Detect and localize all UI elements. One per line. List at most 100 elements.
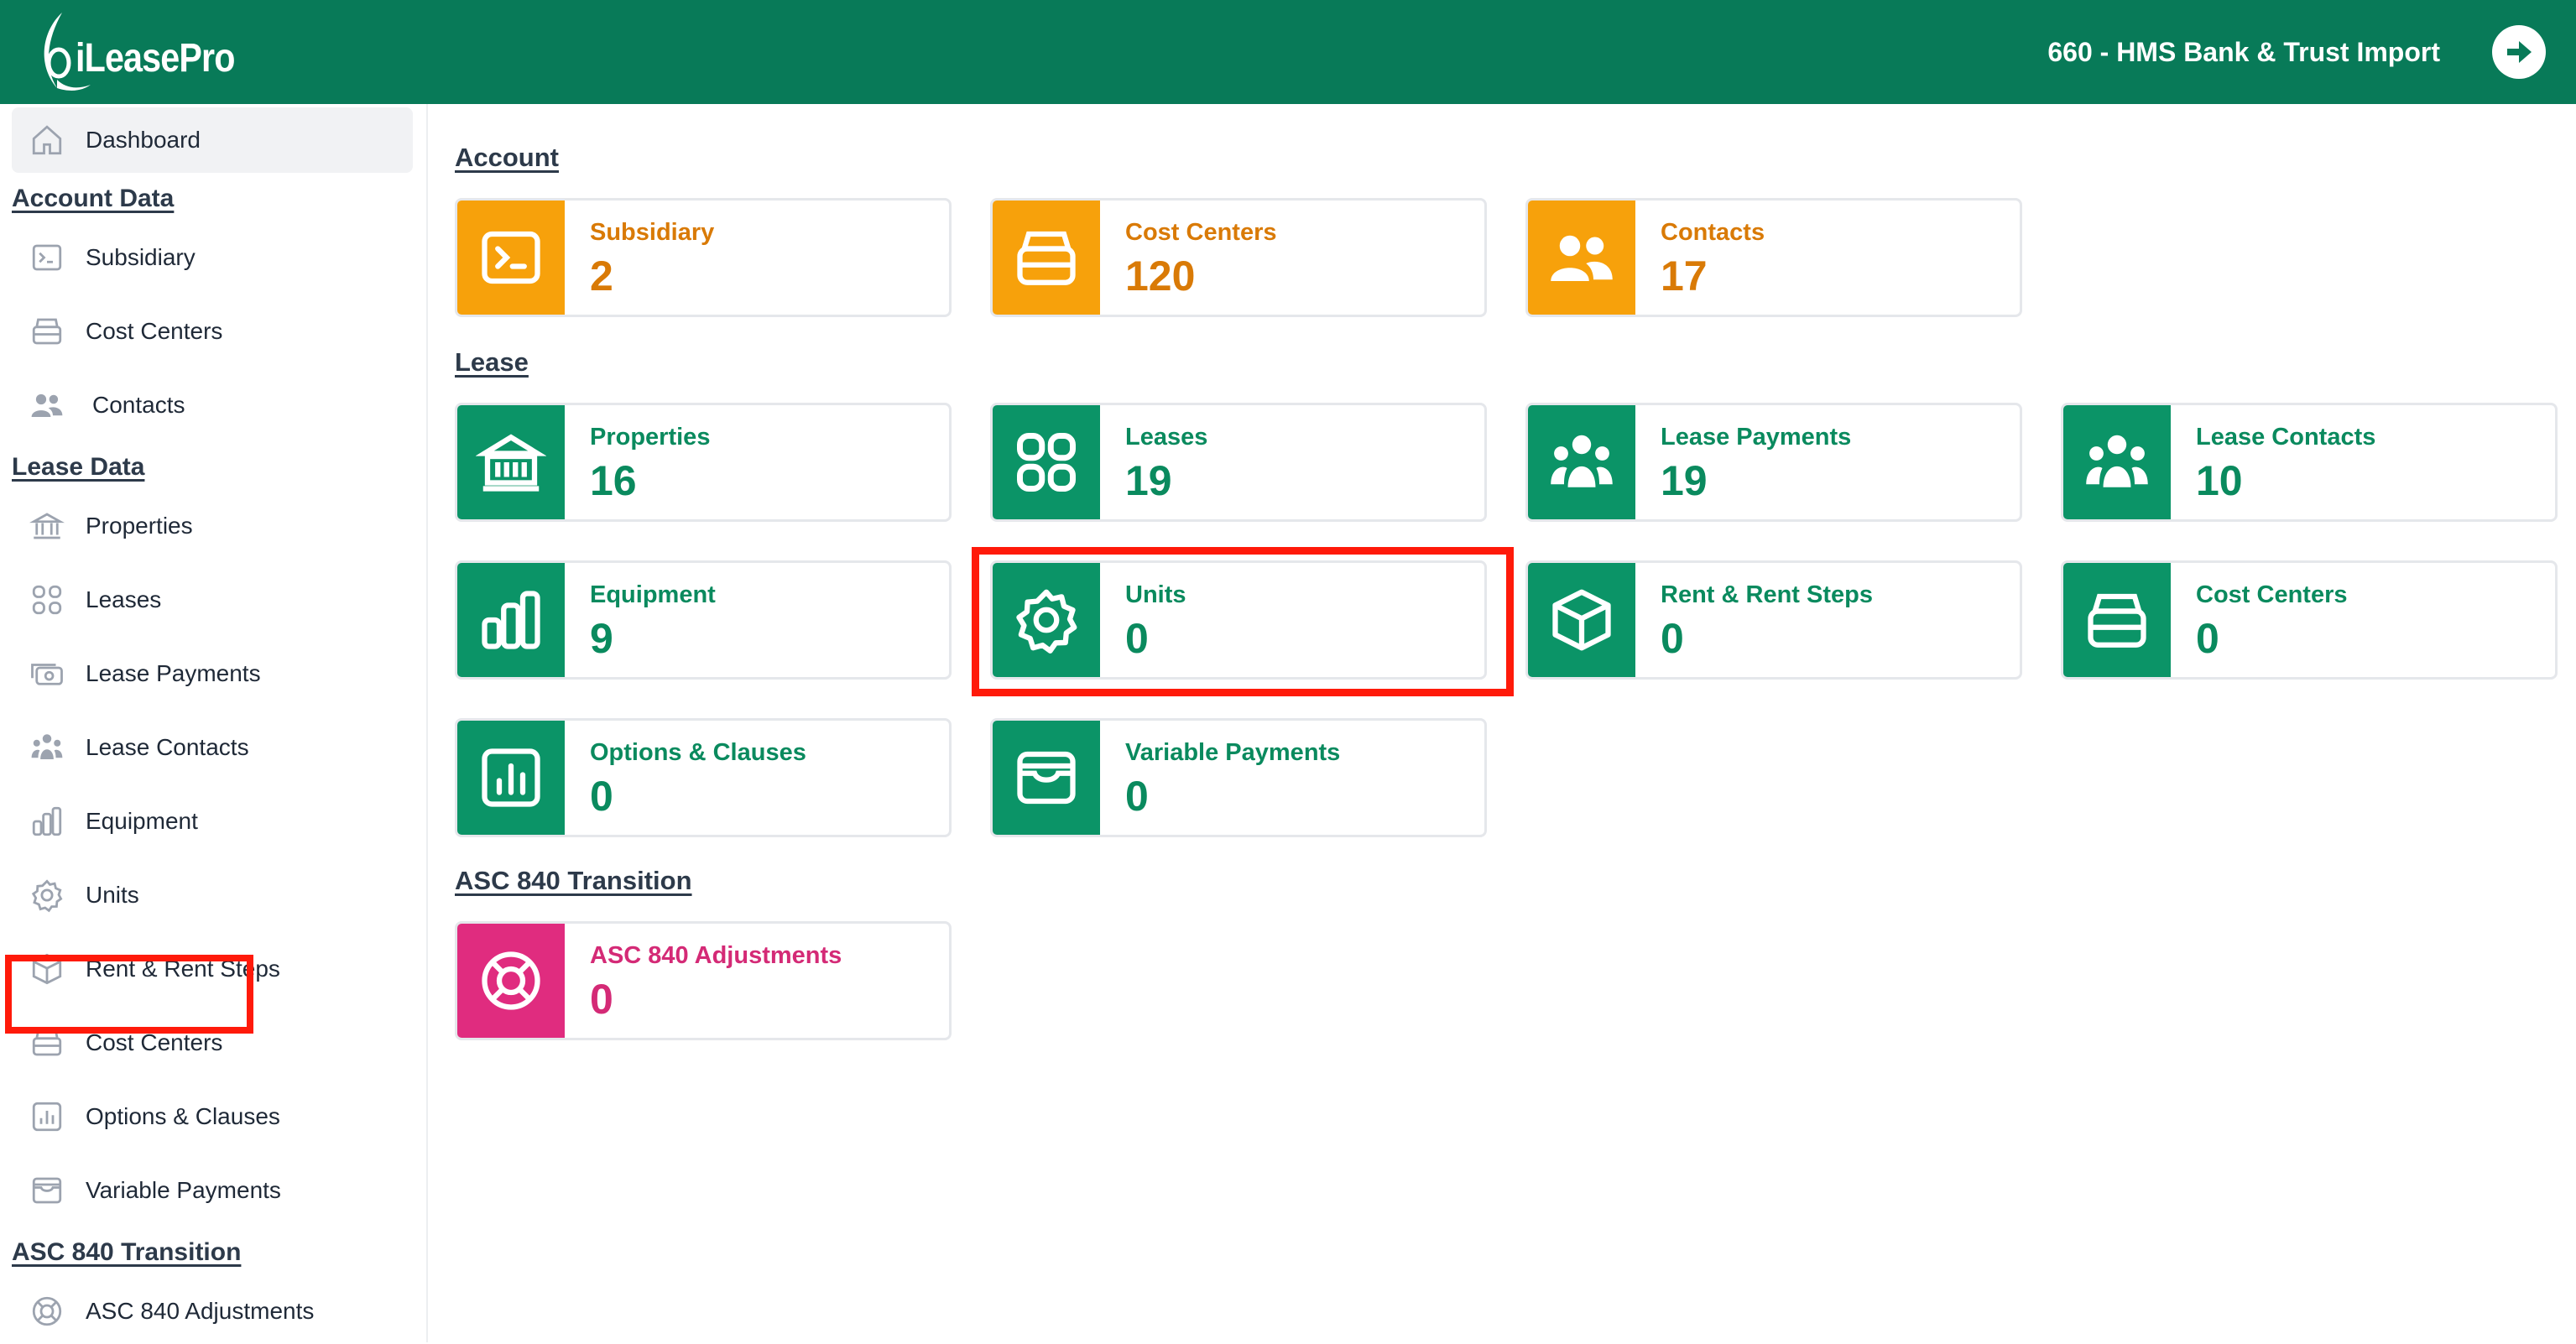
card-label: Rent & Rent Steps <box>1661 581 1873 608</box>
sidebar-item-label: Properties <box>86 513 193 539</box>
card-label: Cost Centers <box>2196 581 2348 608</box>
card-contacts[interactable]: Contacts 17 <box>1525 198 2022 317</box>
sidebar-item-label: Leases <box>86 586 162 612</box>
sidebar-item-equipment[interactable]: Equipment <box>12 789 413 854</box>
lifebuoy-icon <box>29 1293 65 1330</box>
sidebar-item-rent-steps[interactable]: Rent & Rent Steps <box>12 936 413 1002</box>
inbox-stack-icon <box>993 201 1100 315</box>
bar-chart-icon <box>29 803 65 840</box>
bank-building-icon <box>457 405 565 519</box>
sidebar-item-label: Units <box>86 882 139 908</box>
grid-icon <box>993 405 1100 519</box>
sidebar-item-variable-payments[interactable]: Variable Payments <box>12 1158 413 1223</box>
card-label: Equipment <box>590 581 716 608</box>
dashboard-main: Account Subsidiary 2 Cost Centers 120 Co… <box>430 104 2576 1342</box>
inbox-stack-icon <box>29 1024 65 1061</box>
sidebar-item-cost-centers[interactable]: Cost Centers <box>12 299 413 364</box>
terminal-icon <box>29 239 65 276</box>
sidebar-item-label: Lease Payments <box>86 660 261 686</box>
lifebuoy-icon <box>457 924 565 1038</box>
top-bar: iLeasePro 660 - HMS Bank & Trust Import <box>0 0 2576 104</box>
sidebar-item-lease-payments[interactable]: Lease Payments <box>12 641 413 706</box>
sidebar-item-lease-contacts[interactable]: Lease Contacts <box>12 715 413 780</box>
card-count: 17 <box>1661 253 1708 300</box>
sidebar-item-label: ASC 840 Adjustments <box>86 1298 315 1324</box>
card-equipment[interactable]: Equipment 9 <box>455 560 952 680</box>
wallet-icon <box>993 721 1100 835</box>
sidebar-item-contacts[interactable]: Contacts <box>12 372 413 438</box>
card-asc-840-adjustments[interactable]: ASC 840 Adjustments 0 <box>455 921 952 1040</box>
sidebar-item-label: Contacts <box>92 392 185 418</box>
users-icon <box>1528 201 1635 315</box>
card-options-clauses[interactable]: Options & Clauses 0 <box>455 718 952 837</box>
sidebar-item-label: Equipment <box>86 808 198 834</box>
card-subsidiary[interactable]: Subsidiary 2 <box>455 198 952 317</box>
card-units[interactable]: Units 0 <box>990 560 1487 680</box>
card-label: Contacts <box>1661 219 1765 246</box>
sidebar-item-cost-centers-lease[interactable]: Cost Centers <box>12 1010 413 1076</box>
sidebar-heading-account-data[interactable]: Account Data <box>12 185 174 213</box>
section-heading-asc-840[interactable]: ASC 840 Transition <box>455 866 692 896</box>
card-label: Variable Payments <box>1125 739 1341 766</box>
logo[interactable]: iLeasePro <box>25 0 260 104</box>
user-group-icon <box>2063 405 2171 519</box>
card-cost-centers-lease[interactable]: Cost Centers 0 <box>2061 560 2558 680</box>
card-label: ASC 840 Adjustments <box>590 942 842 969</box>
gear-icon <box>993 563 1100 677</box>
logo-text: iLeasePro <box>76 35 235 81</box>
sidebar-item-properties[interactable]: Properties <box>12 493 413 559</box>
wallet-icon <box>29 1172 65 1209</box>
card-leases[interactable]: Leases 19 <box>990 403 1487 522</box>
cube-icon <box>29 951 65 987</box>
section-heading-account[interactable]: Account <box>455 143 559 173</box>
sidebar-item-units[interactable]: Units <box>12 862 413 928</box>
card-rent-steps[interactable]: Rent & Rent Steps 0 <box>1525 560 2022 680</box>
cube-icon <box>1528 563 1635 677</box>
card-label: Lease Contacts <box>2196 424 2376 451</box>
user-group-icon <box>29 729 65 766</box>
sidebar-item-asc-840-adjustments[interactable]: ASC 840 Adjustments <box>12 1279 413 1344</box>
bar-chart-icon <box>457 563 565 677</box>
inbox-stack-icon <box>2063 563 2171 677</box>
sidebar-heading-lease-data[interactable]: Lease Data <box>12 453 144 482</box>
sidebar-item-label: Rent & Rent Steps <box>86 956 280 982</box>
card-count: 0 <box>1125 773 1149 820</box>
users-icon <box>29 387 65 424</box>
user-group-icon <box>1528 405 1635 519</box>
sidebar-heading-asc-840[interactable]: ASC 840 Transition <box>12 1238 241 1267</box>
card-count: 0 <box>590 773 613 820</box>
chart-square-icon <box>457 721 565 835</box>
card-count: 0 <box>2196 615 2219 662</box>
card-count: 0 <box>1661 615 1684 662</box>
card-cost-centers[interactable]: Cost Centers 120 <box>990 198 1487 317</box>
card-label: Subsidiary <box>590 219 715 246</box>
card-count: 19 <box>1661 457 1708 504</box>
card-variable-payments[interactable]: Variable Payments 0 <box>990 718 1487 837</box>
sidebar-item-label: Cost Centers <box>86 318 223 344</box>
sidebar: Dashboard Account Data Subsidiary Cost C… <box>0 104 428 1342</box>
grid-icon <box>29 581 65 618</box>
card-count: 10 <box>2196 457 2243 504</box>
sidebar-item-dashboard[interactable]: Dashboard <box>12 107 413 173</box>
inbox-stack-icon <box>29 313 65 350</box>
sidebar-item-label: Variable Payments <box>86 1177 281 1203</box>
arrow-right-circle-icon <box>2507 41 2532 63</box>
logout-button[interactable] <box>2492 25 2546 79</box>
sidebar-item-options-clauses[interactable]: Options & Clauses <box>12 1084 413 1149</box>
money-icon <box>29 655 65 692</box>
sidebar-item-leases[interactable]: Leases <box>12 567 413 633</box>
card-lease-contacts[interactable]: Lease Contacts 10 <box>2061 403 2558 522</box>
card-count: 0 <box>590 976 613 1023</box>
gear-icon <box>29 877 65 914</box>
sidebar-item-subsidiary[interactable]: Subsidiary <box>12 225 413 290</box>
card-label: Options & Clauses <box>590 739 806 766</box>
card-label: Leases <box>1125 424 1208 451</box>
card-count: 2 <box>590 253 613 300</box>
section-heading-lease[interactable]: Lease <box>455 347 529 378</box>
account-title: 660 - HMS Bank & Trust Import <box>2047 36 2440 67</box>
card-properties[interactable]: Properties 16 <box>455 403 952 522</box>
card-lease-payments[interactable]: Lease Payments 19 <box>1525 403 2022 522</box>
sidebar-item-label: Subsidiary <box>86 244 196 270</box>
card-count: 9 <box>590 615 613 662</box>
card-count: 19 <box>1125 457 1172 504</box>
